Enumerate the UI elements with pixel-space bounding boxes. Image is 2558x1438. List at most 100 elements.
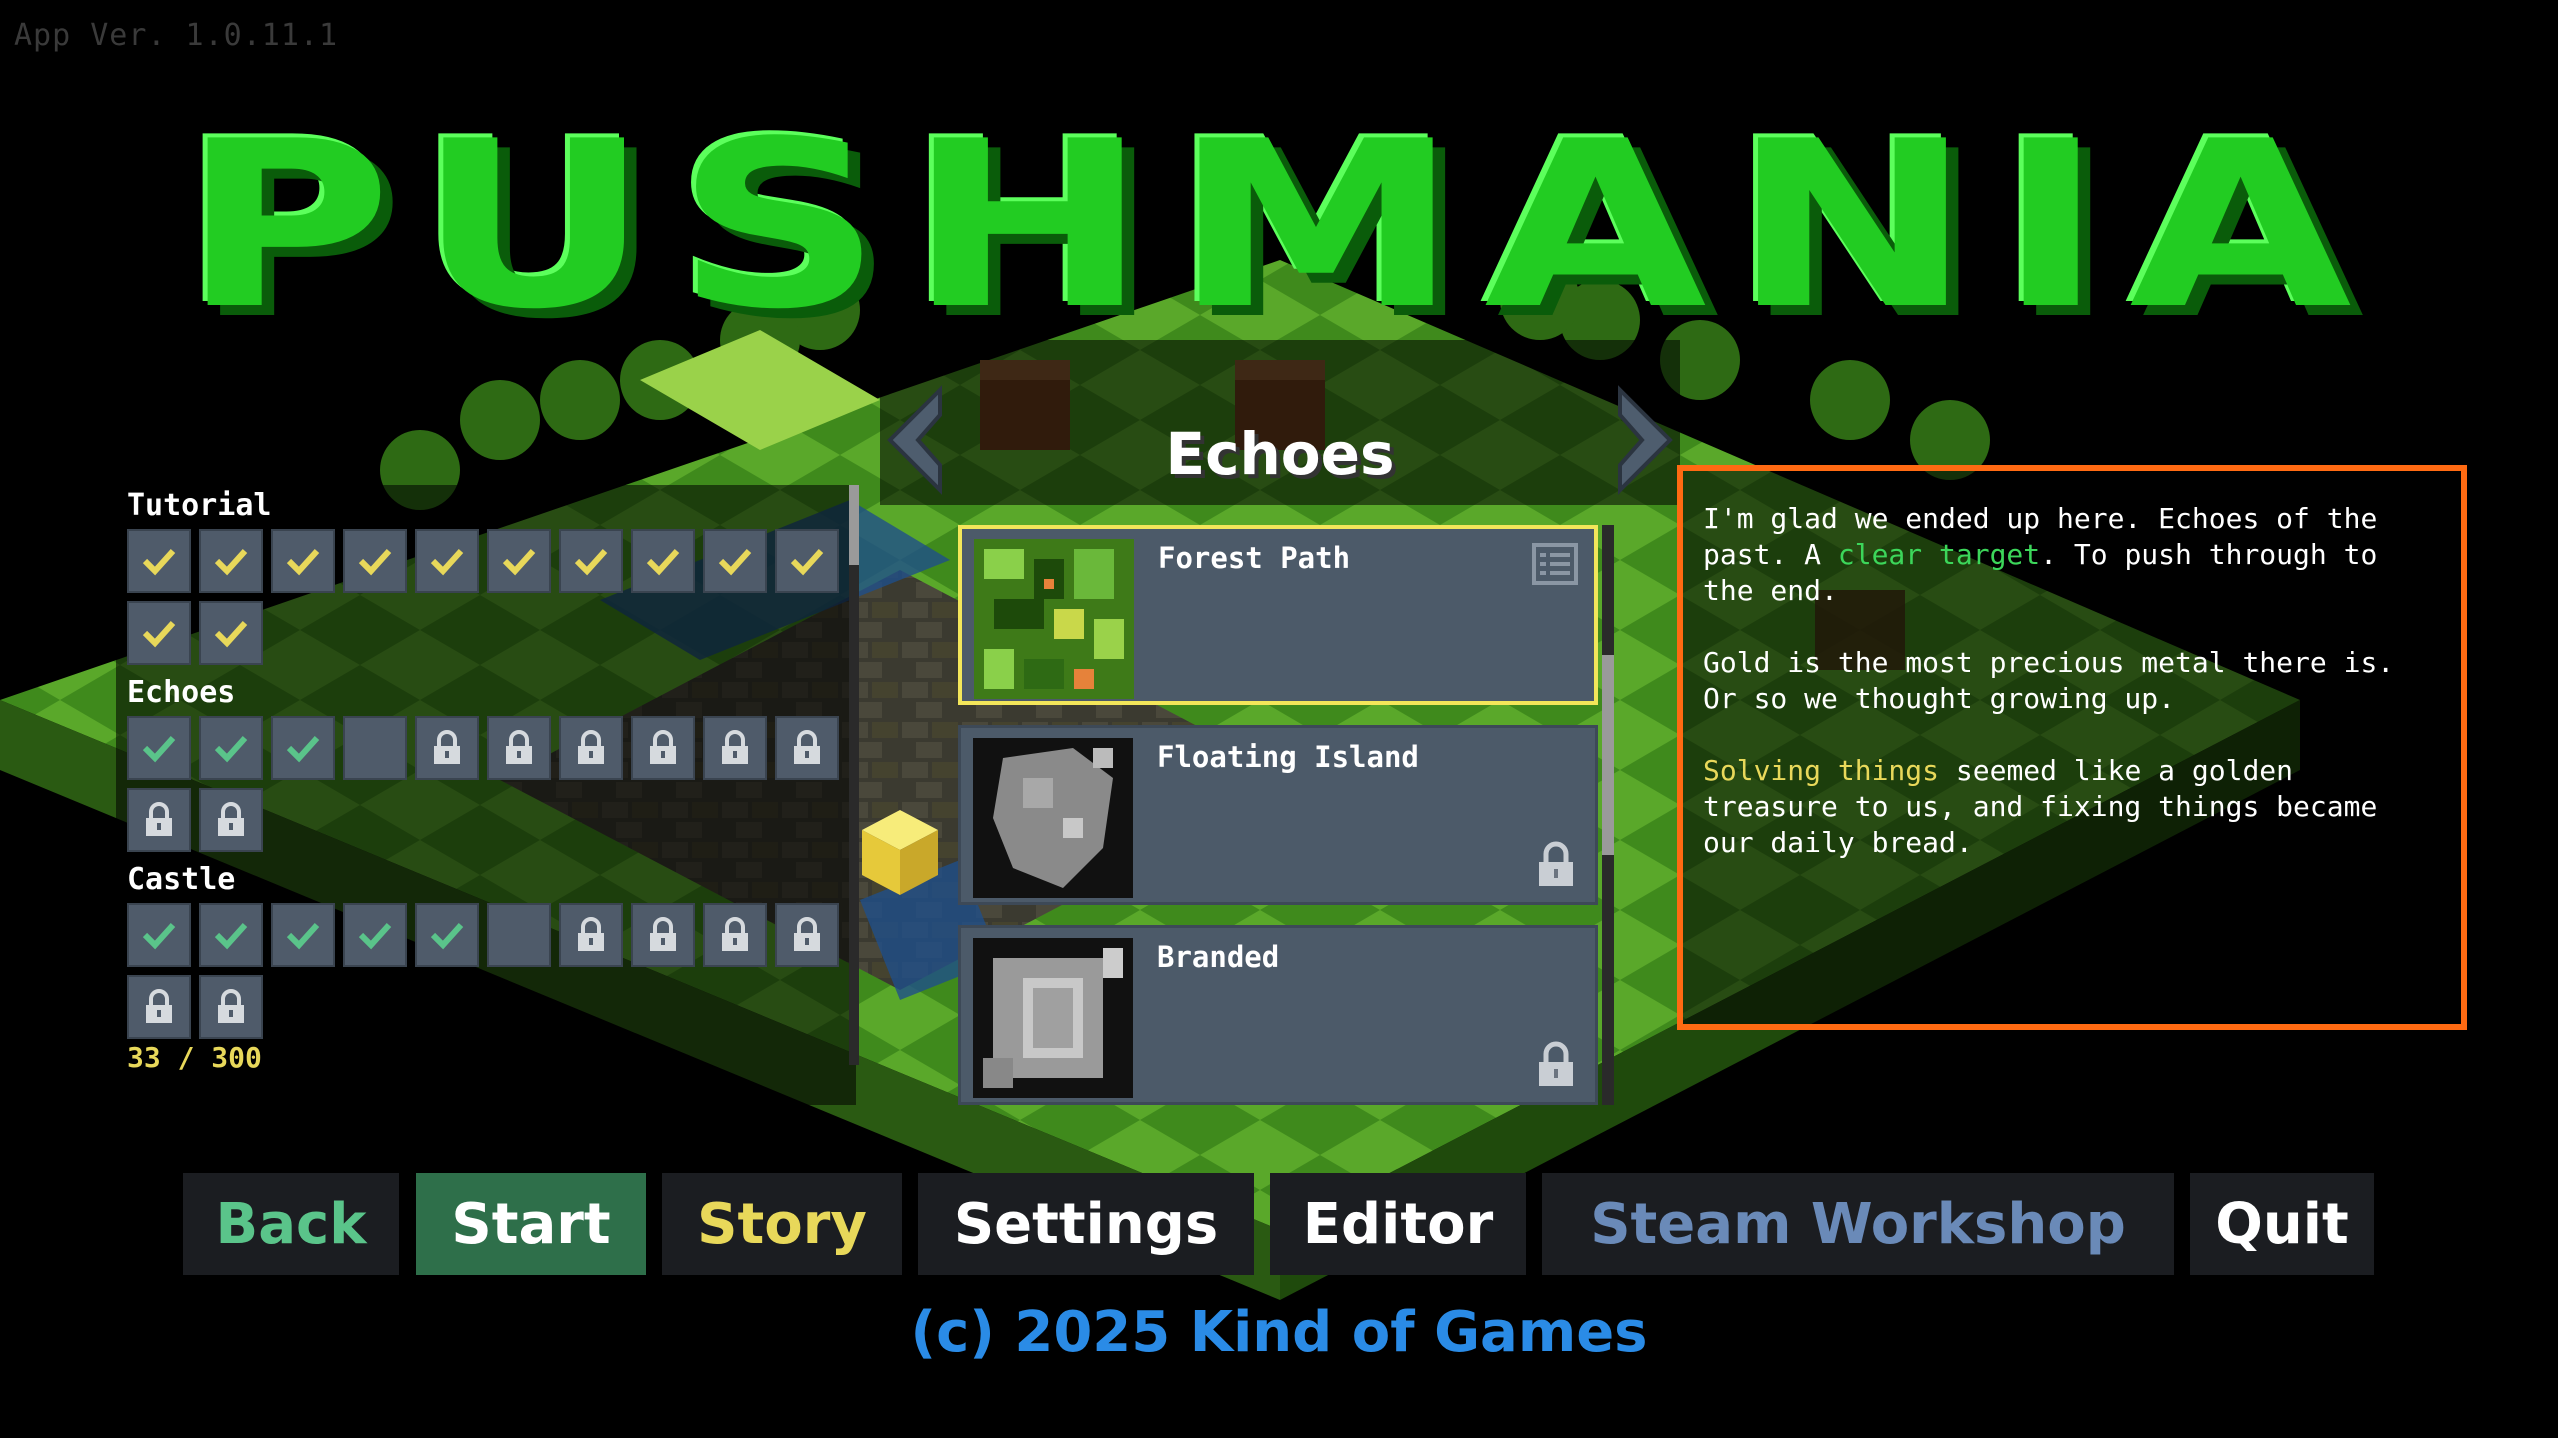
level-card-branded[interactable]: Branded xyxy=(958,925,1598,1105)
start-button[interactable]: Start xyxy=(416,1173,646,1275)
level-name: Forest Path xyxy=(1158,541,1351,575)
chevron-right-icon[interactable] xyxy=(1610,385,1680,495)
lock-icon xyxy=(1539,841,1573,886)
progress-grid xyxy=(127,903,847,1039)
story-highlight-clear-target: clear target xyxy=(1837,538,2041,571)
checkmark-icon xyxy=(142,735,176,763)
progress-grid xyxy=(127,529,847,665)
lock-icon xyxy=(506,730,532,764)
level-cell-completed[interactable] xyxy=(271,529,335,593)
level-cell-locked[interactable] xyxy=(559,903,623,967)
checkmark-icon xyxy=(142,922,176,950)
progress-scrollbar[interactable] xyxy=(849,485,859,1065)
settings-button[interactable]: Settings xyxy=(918,1173,1254,1275)
progress-grid xyxy=(127,716,847,852)
game-logo: PUSHMANIA xyxy=(181,93,2377,360)
progress-group-title: Echoes xyxy=(127,675,236,710)
level-list-scrollbar-thumb[interactable] xyxy=(1602,655,1614,855)
level-cell-locked[interactable] xyxy=(703,903,767,967)
level-cell-locked[interactable] xyxy=(127,975,191,1039)
level-cell-locked[interactable] xyxy=(487,716,551,780)
editor-button[interactable]: Editor xyxy=(1270,1173,1526,1275)
level-cell-locked[interactable] xyxy=(631,716,695,780)
level-name: Floating Island xyxy=(1157,740,1419,774)
level-cell-completed[interactable] xyxy=(199,601,263,665)
checkmark-icon xyxy=(718,548,752,576)
lock-icon xyxy=(794,917,820,951)
level-cell-completed[interactable] xyxy=(127,903,191,967)
levels-completed-count: 33 / 300 xyxy=(127,1041,262,1074)
level-cell-completed[interactable] xyxy=(127,601,191,665)
level-cell-completed[interactable] xyxy=(775,529,839,593)
lock-icon xyxy=(578,917,604,951)
progress-scrollbar-thumb[interactable] xyxy=(849,485,859,565)
level-cell-completed[interactable] xyxy=(415,903,479,967)
steam-workshop-button[interactable]: Steam Workshop xyxy=(1542,1173,2174,1275)
progress-group-title: Castle xyxy=(127,862,236,897)
lock-icon xyxy=(650,917,676,951)
progress-group-title: Tutorial xyxy=(127,488,272,523)
level-cell-locked[interactable] xyxy=(631,903,695,967)
chevron-left-icon[interactable] xyxy=(880,385,950,495)
level-cell-completed[interactable] xyxy=(343,529,407,593)
level-cell-completed[interactable] xyxy=(415,529,479,593)
checkmark-icon xyxy=(358,548,392,576)
level-cell-completed[interactable] xyxy=(199,529,263,593)
lock-icon xyxy=(1539,1041,1573,1086)
level-cell-locked[interactable] xyxy=(775,716,839,780)
lock-icon xyxy=(218,989,244,1023)
level-cell-completed[interactable] xyxy=(631,529,695,593)
quit-button[interactable]: Quit xyxy=(2190,1173,2374,1275)
level-cell-completed[interactable] xyxy=(271,716,335,780)
level-cell-locked[interactable] xyxy=(703,716,767,780)
level-cell-locked[interactable] xyxy=(415,716,479,780)
lock-icon xyxy=(650,730,676,764)
story-paragraph-3: Solving things seemed like a golden trea… xyxy=(1703,753,2441,861)
checkmark-icon xyxy=(646,548,680,576)
level-card-floating-island[interactable]: Floating Island xyxy=(958,725,1598,905)
level-list-scrollbar[interactable] xyxy=(1602,525,1614,1105)
level-cell-locked[interactable] xyxy=(775,903,839,967)
level-cell-locked[interactable] xyxy=(127,788,191,852)
level-cell-locked[interactable] xyxy=(559,716,623,780)
level-cell-locked[interactable] xyxy=(199,975,263,1039)
level-cell-open[interactable] xyxy=(343,716,407,780)
checkmark-icon xyxy=(574,548,608,576)
checkmark-icon xyxy=(142,548,176,576)
checkmark-icon xyxy=(214,922,248,950)
level-thumbnail xyxy=(974,539,1134,699)
checkmark-icon xyxy=(286,548,320,576)
story-paragraph-1: I'm glad we ended up here. Echoes of the… xyxy=(1703,501,2441,609)
notes-icon xyxy=(1532,543,1578,585)
level-cell-completed[interactable] xyxy=(343,903,407,967)
lock-icon xyxy=(722,730,748,764)
level-cell-completed[interactable] xyxy=(559,529,623,593)
progress-list: Tutorial Echoes Castle 33 / 300 xyxy=(127,488,847,1074)
checkmark-icon xyxy=(358,922,392,950)
back-button[interactable]: Back xyxy=(183,1173,399,1275)
level-card-forest-path[interactable]: Forest Path xyxy=(958,525,1598,705)
level-cell-locked[interactable] xyxy=(199,788,263,852)
level-cell-completed[interactable] xyxy=(703,529,767,593)
copyright-text: (c) 2025 Kind of Games xyxy=(910,1300,1648,1365)
lock-icon xyxy=(146,989,172,1023)
level-cell-completed[interactable] xyxy=(127,716,191,780)
level-cell-completed[interactable] xyxy=(127,529,191,593)
checkmark-icon xyxy=(142,620,176,648)
checkmark-icon xyxy=(286,922,320,950)
lock-icon xyxy=(578,730,604,764)
lock-icon xyxy=(794,730,820,764)
checkmark-icon xyxy=(214,620,248,648)
level-cell-open[interactable] xyxy=(487,903,551,967)
chapter-title: Echoes xyxy=(1165,420,1395,488)
level-cell-completed[interactable] xyxy=(199,716,263,780)
level-cell-completed[interactable] xyxy=(199,903,263,967)
level-thumbnail xyxy=(973,938,1133,1098)
level-name: Branded xyxy=(1157,940,1280,974)
lock-icon xyxy=(434,730,460,764)
checkmark-icon xyxy=(430,548,464,576)
level-cell-completed[interactable] xyxy=(271,903,335,967)
story-button[interactable]: Story xyxy=(662,1173,902,1275)
lock-icon xyxy=(218,802,244,836)
level-cell-completed[interactable] xyxy=(487,529,551,593)
